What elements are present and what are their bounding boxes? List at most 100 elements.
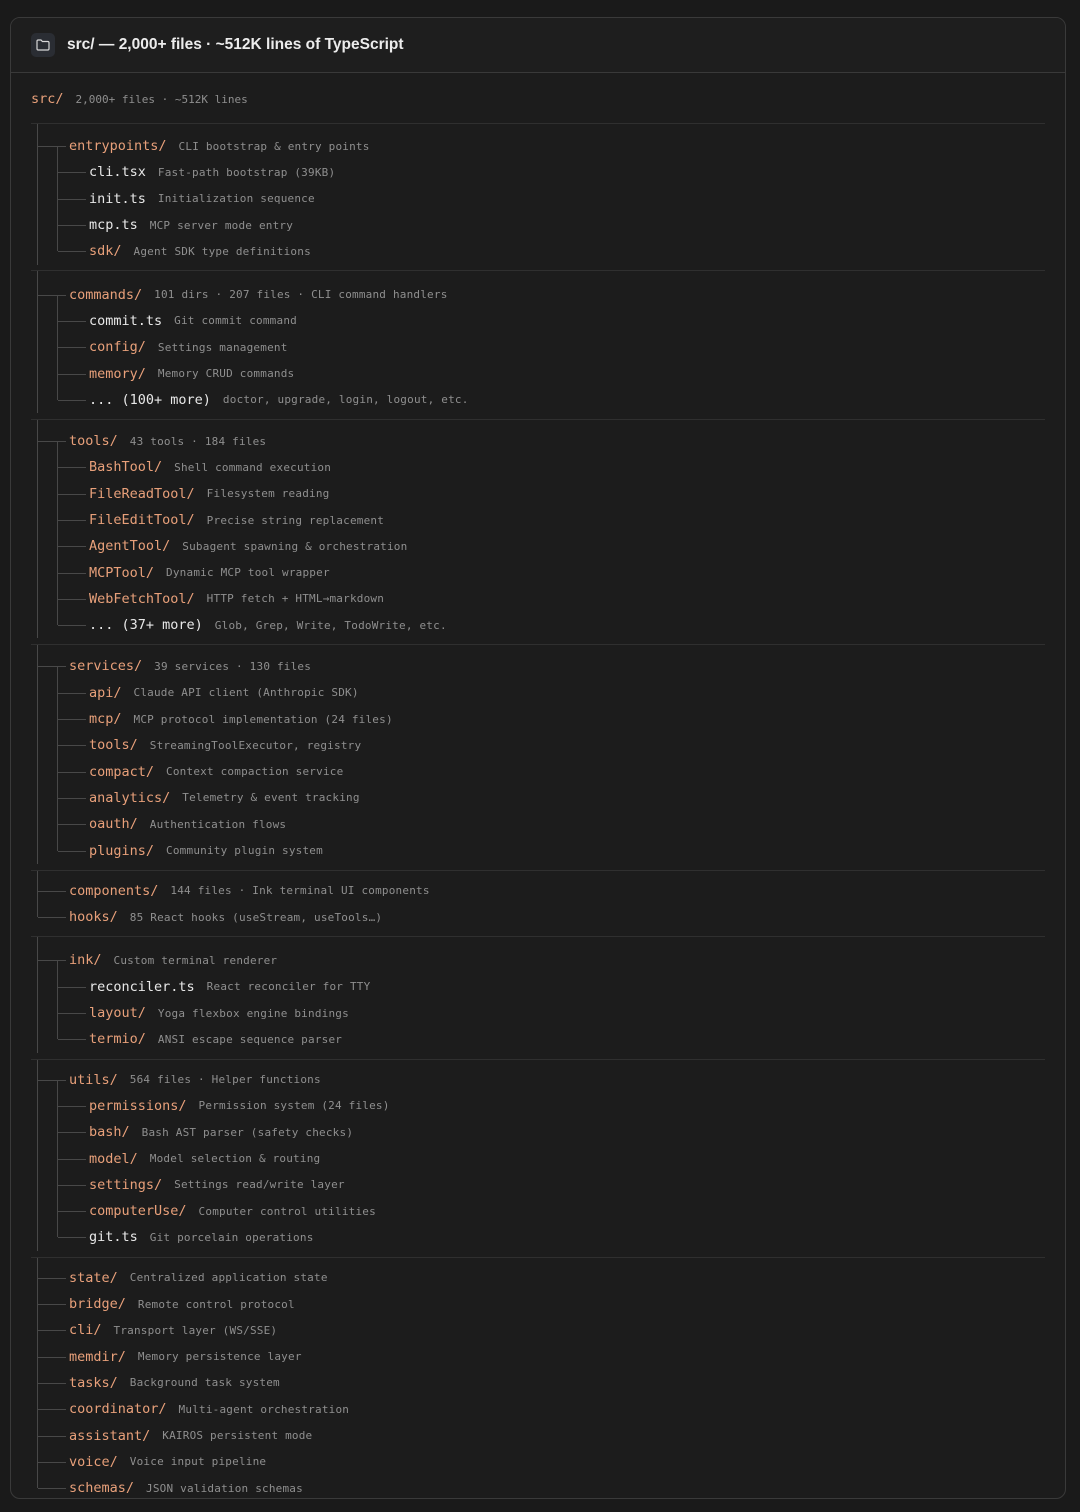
tree-item-ink[interactable]: ink/Custom terminal renderer <box>31 947 1045 973</box>
item-description: Custom terminal renderer <box>113 953 278 967</box>
folder-name: oauth/ <box>89 816 138 833</box>
folder-name: components/ <box>69 882 159 899</box>
tree-item-settings[interactable]: settings/Settings read/write layer <box>31 1172 1045 1198</box>
item-description: React reconciler for TTY <box>206 980 371 994</box>
tree-item-memory[interactable]: memory/Memory CRUD commands <box>31 360 1045 386</box>
tree-item-fileedittool[interactable]: FileEditTool/Precise string replacement <box>31 507 1045 533</box>
tree-group: commands/101 dirs · 207 files · CLI comm… <box>31 271 1045 420</box>
tree-item-tasks[interactable]: tasks/Background task system <box>31 1370 1045 1396</box>
tree-item-webfetchtool[interactable]: WebFetchTool/HTTP fetch + HTML→markdown <box>31 586 1045 612</box>
tree-branch <box>38 294 66 296</box>
folder-name: voice/ <box>69 1453 118 1470</box>
tree-branch <box>38 917 66 919</box>
folder-name: mcp/ <box>89 711 122 728</box>
tree-branch <box>58 1237 86 1239</box>
tree-branch <box>58 172 86 174</box>
tree-item-bashtool[interactable]: BashTool/Shell command execution <box>31 454 1045 480</box>
item-description: Dynamic MCP tool wrapper <box>166 566 330 580</box>
tree-item-services[interactable]: services/39 services · 130 files <box>31 653 1045 679</box>
tree-item-commit-ts[interactable]: commit.ts Git commit command <box>31 308 1045 334</box>
folder-name: bash/ <box>89 1124 130 1141</box>
tree-item-mcp[interactable]: mcp/MCP protocol implementation (24 file… <box>31 706 1045 732</box>
tree-item-utils[interactable]: utils/564 files · Helper functions <box>31 1067 1045 1093</box>
tree-item-filereadtool[interactable]: FileReadTool/Filesystem reading <box>31 481 1045 507</box>
tree-item-100-more[interactable]: ... (100+ more) doctor, upgrade, login, l… <box>31 387 1045 413</box>
tree-item-mcptool[interactable]: MCPTool/Dynamic MCP tool wrapper <box>31 559 1045 585</box>
folder-name: BashTool/ <box>89 459 163 476</box>
folder-name: analytics/ <box>89 789 171 806</box>
tree-item-agenttool[interactable]: AgentTool/Subagent spawning & orchestrat… <box>31 533 1045 559</box>
tree-item-voice[interactable]: voice/Voice input pipeline <box>31 1449 1045 1475</box>
tree-group: entrypoints/CLI bootstrap & entry points… <box>31 124 1045 272</box>
tree-item-entrypoints[interactable]: entrypoints/CLI bootstrap & entry points <box>31 133 1045 159</box>
item-description: 43 tools · 184 files <box>129 434 267 448</box>
tree-item-assistant[interactable]: assistant/KAIROS persistent mode <box>31 1422 1045 1448</box>
tree-item-cli[interactable]: cli/Transport layer (WS/SSE) <box>31 1317 1045 1343</box>
tree-branch <box>38 1356 66 1358</box>
item-description: doctor, upgrade, login, logout, etc. <box>222 393 469 407</box>
item-description: Yoga flexbox engine bindings <box>157 1006 349 1020</box>
folder-name: utils/ <box>69 1071 118 1088</box>
folder-icon[interactable] <box>31 33 55 57</box>
tree-item-permissions[interactable]: permissions/Permission system (24 files) <box>31 1093 1045 1119</box>
item-description: ANSI escape sequence parser <box>157 1032 343 1046</box>
tree-item-components[interactable]: components/144 files · Ink terminal UI c… <box>31 878 1045 904</box>
tree-item-bash[interactable]: bash/Bash AST parser (safety checks) <box>31 1119 1045 1145</box>
tree-branch <box>38 960 66 962</box>
tree-item-api[interactable]: api/Claude API client (Anthropic SDK) <box>31 680 1045 706</box>
tree-item-init-ts[interactable]: init.ts Initialization sequence <box>31 186 1045 212</box>
tree-root[interactable]: src/ 2,000+ files · ~512K lines <box>31 75 1045 124</box>
tree-branch <box>38 1079 66 1081</box>
tree-item-coordinator[interactable]: coordinator/Multi-agent orchestration <box>31 1396 1045 1422</box>
item-description: 85 React hooks (useStream, useTools…) <box>129 910 383 924</box>
file-name: git.ts <box>89 1229 138 1246</box>
item-description: Git porcelain operations <box>149 1230 314 1244</box>
tree-item-plugins[interactable]: plugins/Community plugin system <box>31 837 1045 863</box>
tree-item-layout[interactable]: layout/Yoga flexbox engine bindings <box>31 1000 1045 1026</box>
tree-item-reconciler-ts[interactable]: reconciler.ts React reconciler for TTY <box>31 974 1045 1000</box>
item-description: Precise string replacement <box>206 513 385 527</box>
item-description: Initialization sequence <box>157 192 315 206</box>
tree-item-git-ts[interactable]: git.ts Git porcelain operations <box>31 1224 1045 1250</box>
tree-item-compact[interactable]: compact/Context compaction service <box>31 759 1045 785</box>
tree-item-termio[interactable]: termio/ANSI escape sequence parser <box>31 1026 1045 1052</box>
file-name: reconciler.ts <box>89 978 195 995</box>
tree-item-cli-tsx[interactable]: cli.tsx Fast-path bootstrap (39KB) <box>31 159 1045 185</box>
folder-name: entrypoints/ <box>69 138 167 155</box>
tree-item-schemas[interactable]: schemas/JSON validation schemas <box>31 1475 1045 1498</box>
tree-item-tools[interactable]: tools/43 tools · 184 files <box>31 428 1045 454</box>
tree-branch <box>58 225 86 227</box>
folder-name: api/ <box>89 684 122 701</box>
folder-name: plugins/ <box>89 842 155 859</box>
tree-item-commands[interactable]: commands/101 dirs · 207 files · CLI comm… <box>31 281 1045 307</box>
tree-item-oauth[interactable]: oauth/Authentication flows <box>31 811 1045 837</box>
item-description: Background task system <box>129 1376 280 1390</box>
tree-branch <box>38 890 66 892</box>
folder-name: schemas/ <box>69 1480 135 1497</box>
tree-branch <box>38 1488 66 1490</box>
folder-name: hooks/ <box>69 909 118 926</box>
tree-item-state[interactable]: state/Centralized application state <box>31 1265 1045 1291</box>
tree-item-mcp-ts[interactable]: mcp.ts MCP server mode entry <box>31 212 1045 238</box>
folder-name: layout/ <box>89 1005 146 1022</box>
tree-item-bridge[interactable]: bridge/Remote control protocol <box>31 1291 1045 1317</box>
item-description: Multi-agent orchestration <box>178 1402 350 1416</box>
tree-item-config[interactable]: config/Settings management <box>31 334 1045 360</box>
tree-item-computeruse[interactable]: computerUse/Computer control utilities <box>31 1198 1045 1224</box>
tree-branch <box>38 666 66 668</box>
file-name: mcp.ts <box>89 217 138 234</box>
tree-item-sdk[interactable]: sdk/Agent SDK type definitions <box>31 238 1045 264</box>
tree-item-model[interactable]: model/Model selection & routing <box>31 1145 1045 1171</box>
tree-group: ink/Custom terminal renderer reconciler.t… <box>31 937 1045 1060</box>
item-description: Remote control protocol <box>137 1297 295 1311</box>
folder-name: MCPTool/ <box>89 564 155 581</box>
tree-item-37-more[interactable]: ... (37+ more) Glob, Grep, Write, TodoWri… <box>31 612 1045 638</box>
tree-item-memdir[interactable]: memdir/Memory persistence layer <box>31 1343 1045 1369</box>
folder-name: FileEditTool/ <box>89 512 195 528</box>
tree-item-analytics[interactable]: analytics/Telemetry & event tracking <box>31 785 1045 811</box>
folder-name: assistant/ <box>69 1427 151 1444</box>
tree-branch <box>58 320 86 322</box>
item-description: StreamingToolExecutor, registry <box>149 738 362 752</box>
tree-item-tools[interactable]: tools/StreamingToolExecutor, registry <box>31 732 1045 758</box>
tree-item-hooks[interactable]: hooks/85 React hooks (useStream, useTool… <box>31 904 1045 930</box>
